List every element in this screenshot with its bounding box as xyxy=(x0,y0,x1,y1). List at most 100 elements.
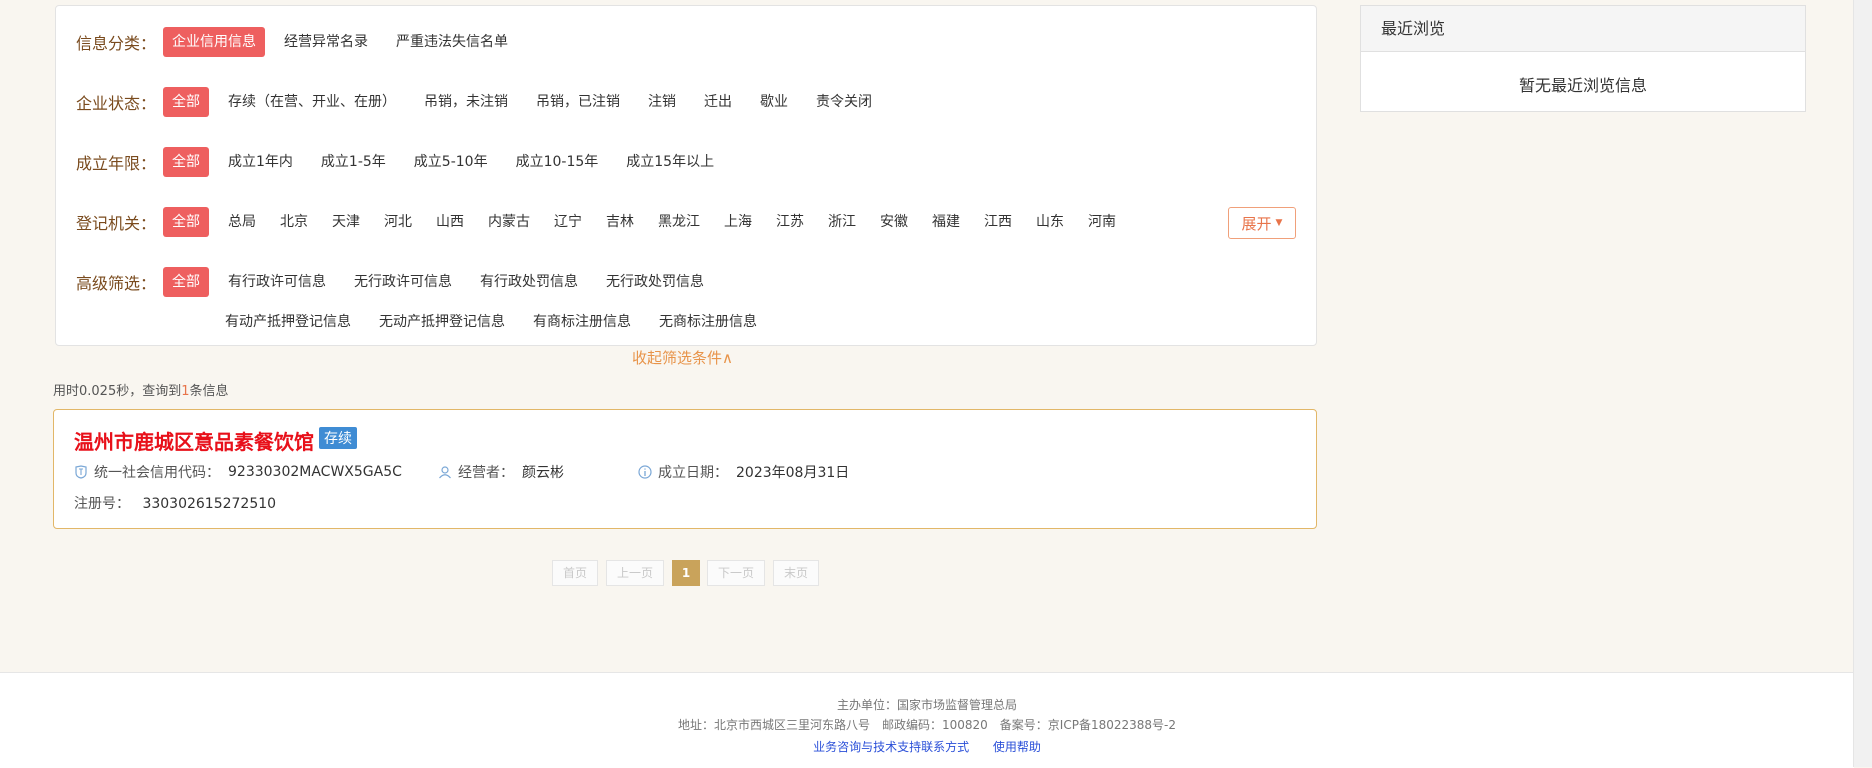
scrollbar[interactable] xyxy=(1853,0,1872,767)
filter-option-years[interactable]: 成立1年内 xyxy=(219,147,302,177)
filter-option-years[interactable]: 成立5-10年 xyxy=(405,147,497,177)
footer-links: 业务咨询与技术支持联系方式 使用帮助 xyxy=(0,738,1854,755)
status-badge: 存续 xyxy=(319,427,357,449)
filter-option-years-all[interactable]: 全部 xyxy=(163,147,209,177)
expand-button[interactable]: 展开 ▼ xyxy=(1228,207,1296,239)
filter-option-status[interactable]: 迁出 xyxy=(695,87,741,117)
filter-option-authority[interactable]: 北京 xyxy=(271,207,317,237)
footer: 主办单位：国家市场监督管理总局 地址：北京市西城区三里河东路八号 邮政编码：10… xyxy=(0,672,1854,768)
shield-icon xyxy=(75,465,87,479)
filter-option-status[interactable]: 歇业 xyxy=(751,87,797,117)
prev-page-button[interactable]: 上一页 xyxy=(606,560,664,586)
filter-row-status: 企业状态： 全部 存续（在营、开业、在册） 吊销，未注销 吊销，已注销 注销 迁… xyxy=(56,85,1316,119)
filter-option-advanced[interactable]: 有动产抵押登记信息 xyxy=(216,307,360,337)
filter-options: 全部 总局 北京 天津 河北 山西 内蒙古 辽宁 吉林 黑龙江 上海 江苏 浙江… xyxy=(163,205,1131,239)
filter-option-years[interactable]: 成立15年以上 xyxy=(617,147,723,177)
caret-down-icon: ▼ xyxy=(1275,218,1283,228)
filter-option-advanced[interactable]: 无商标注册信息 xyxy=(650,307,766,337)
filter-option-authority[interactable]: 山东 xyxy=(1027,207,1073,237)
filter-option-authority[interactable]: 江苏 xyxy=(767,207,813,237)
credit-code-label: 统一社会信用代码： xyxy=(94,465,220,481)
footer-sponsor: 主办单位：国家市场监督管理总局 xyxy=(836,698,1017,712)
filter-row-advanced-2: 有动产抵押登记信息 无动产抵押登记信息 有商标注册信息 无商标注册信息 xyxy=(56,305,1316,339)
filter-option-authority[interactable]: 黑龙江 xyxy=(649,207,709,237)
query-suffix: 条信息 xyxy=(189,384,229,399)
filter-option-advanced[interactable]: 有行政许可信息 xyxy=(219,267,335,297)
filter-row-years: 成立年限： 全部 成立1年内 成立1-5年 成立5-10年 成立10-15年 成… xyxy=(56,145,1316,179)
filter-option-advanced[interactable]: 无行政许可信息 xyxy=(345,267,461,297)
current-page-button[interactable]: 1 xyxy=(672,560,700,586)
filter-option-authority[interactable]: 安徽 xyxy=(871,207,917,237)
operator-item: 经营者： 颜云彬 xyxy=(438,462,564,482)
filter-option-credit-info[interactable]: 企业信用信息 xyxy=(163,27,265,57)
filter-panel: 信息分类： 企业信用信息 经营异常名录 严重违法失信名单 企业状态： 全部 存续… xyxy=(55,5,1317,346)
filter-options: 全部 存续（在营、开业、在册） 吊销，未注销 吊销，已注销 注销 迁出 歇业 责… xyxy=(163,85,891,119)
filter-option-status[interactable]: 吊销，未注销 xyxy=(415,87,517,117)
filter-option-status[interactable]: 责令关闭 xyxy=(807,87,881,117)
filter-option-authority[interactable]: 江西 xyxy=(975,207,1021,237)
filter-option-years[interactable]: 成立1-5年 xyxy=(312,147,395,177)
filter-label: 信息分类： xyxy=(76,34,157,53)
filter-option-advanced[interactable]: 有行政处罚信息 xyxy=(471,267,587,297)
reg-no-label: 注册号： xyxy=(74,496,130,512)
filter-option-status[interactable]: 注销 xyxy=(639,87,685,117)
recent-browse-panel: 最近浏览 暂无最近浏览信息 xyxy=(1360,5,1806,112)
recent-browse-empty: 暂无最近浏览信息 xyxy=(1518,76,1647,95)
filter-label: 登记机关： xyxy=(76,214,157,233)
filter-option-authority[interactable]: 福建 xyxy=(923,207,969,237)
credit-code-item: 统一社会信用代码： 92330302MACWX5GA5C xyxy=(74,462,402,482)
collapse-filters-link[interactable]: 收起筛选条件∧ xyxy=(632,347,733,368)
filter-option-advanced[interactable]: 有商标注册信息 xyxy=(524,307,640,337)
recent-browse-title: 最近浏览 xyxy=(1361,6,1805,52)
query-summary: 用时0.025秒，查询到1条信息 xyxy=(53,380,229,399)
filter-option-authority[interactable]: 浙江 xyxy=(819,207,865,237)
filter-option-authority[interactable]: 辽宁 xyxy=(545,207,591,237)
filter-label: 企业状态： xyxy=(76,94,157,113)
credit-code-value: 92330302MACWX5GA5C xyxy=(228,464,402,480)
reg-no-value: 330302615272510 xyxy=(142,496,277,512)
filter-option-authority-all[interactable]: 全部 xyxy=(163,207,209,237)
footer-address: 地址：北京市西城区三里河东路八号 邮政编码：100820 备案号：京ICP备18… xyxy=(677,718,1176,732)
help-link[interactable]: 使用帮助 xyxy=(993,740,1041,754)
filter-option-authority[interactable]: 吉林 xyxy=(597,207,643,237)
company-name-link[interactable]: 温州市鹿城区意品素餐饮馆 xyxy=(74,426,314,455)
support-contact-link[interactable]: 业务咨询与技术支持联系方式 xyxy=(813,740,969,754)
filter-option-authority[interactable]: 内蒙古 xyxy=(479,207,539,237)
filter-option-advanced[interactable]: 无行政处罚信息 xyxy=(597,267,713,297)
filter-option-years[interactable]: 成立10-15年 xyxy=(507,147,608,177)
filter-option-authority[interactable]: 河南 xyxy=(1079,207,1125,237)
filter-row-authority: 登记机关： 全部 总局 北京 天津 河北 山西 内蒙古 辽宁 吉林 黑龙江 上海… xyxy=(56,205,1316,239)
filter-row-category: 信息分类： 企业信用信息 经营异常名录 严重违法失信名单 xyxy=(56,25,1316,59)
establish-date-item: 成立日期： 2023年08月31日 xyxy=(638,462,849,482)
filter-options: 全部 成立1年内 成立1-5年 成立5-10年 成立10-15年 成立15年以上 xyxy=(163,145,733,179)
establish-date-value: 2023年08月31日 xyxy=(736,465,850,481)
expand-label: 展开 xyxy=(1241,214,1272,233)
result-card[interactable]: 温州市鹿城区意品素餐饮馆 存续 统一社会信用代码： 92330302MACWX5… xyxy=(53,409,1317,529)
filter-option-abnormal-list[interactable]: 经营异常名录 xyxy=(275,27,377,57)
filter-option-authority[interactable]: 上海 xyxy=(715,207,761,237)
filter-option-status-all[interactable]: 全部 xyxy=(163,87,209,117)
filter-option-authority[interactable]: 总局 xyxy=(219,207,265,237)
user-icon xyxy=(439,466,451,479)
filter-option-blacklist[interactable]: 严重违法失信名单 xyxy=(387,27,517,57)
last-page-button[interactable]: 末页 xyxy=(773,560,819,586)
filter-label: 成立年限： xyxy=(76,154,157,173)
filter-options: 企业信用信息 经营异常名录 严重违法失信名单 xyxy=(163,25,527,59)
filter-option-authority[interactable]: 天津 xyxy=(323,207,369,237)
filter-option-authority[interactable]: 山西 xyxy=(427,207,473,237)
query-count: 1 xyxy=(181,384,190,399)
operator-label: 经营者： xyxy=(458,465,514,481)
first-page-button[interactable]: 首页 xyxy=(552,560,598,586)
filter-option-status[interactable]: 吊销，已注销 xyxy=(527,87,629,117)
filter-options: 有动产抵押登记信息 无动产抵押登记信息 有商标注册信息 无商标注册信息 xyxy=(216,305,776,339)
filter-options: 全部 有行政许可信息 无行政许可信息 有行政处罚信息 无行政处罚信息 xyxy=(163,265,723,299)
filter-option-status[interactable]: 存续（在营、开业、在册） xyxy=(219,87,405,117)
operator-value: 颜云彬 xyxy=(522,465,564,481)
filter-option-advanced-all[interactable]: 全部 xyxy=(163,267,209,297)
query-prefix: 用时0.025秒，查询到 xyxy=(53,384,182,399)
filter-option-advanced[interactable]: 无动产抵押登记信息 xyxy=(370,307,514,337)
next-page-button[interactable]: 下一页 xyxy=(707,560,765,586)
filter-option-authority[interactable]: 河北 xyxy=(375,207,421,237)
pagination: 首页 上一页 1 下一页 末页 xyxy=(0,560,1872,586)
filter-label: 高级筛选： xyxy=(76,274,157,293)
